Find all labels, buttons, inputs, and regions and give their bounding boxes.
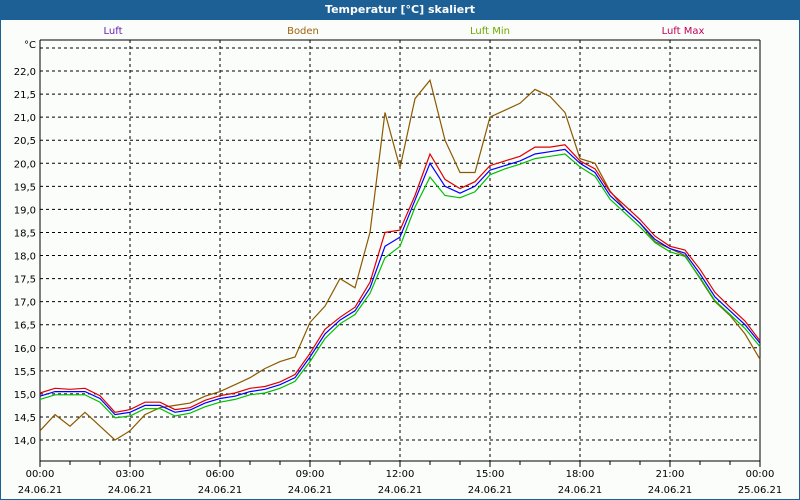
x-tick-time: 09:00 [296,469,325,480]
x-tick-time: 03:00 [116,469,145,480]
y-axis-unit: °C [24,40,36,51]
y-tick-label: 20,5 [14,136,36,147]
x-tick-date: 24.06.21 [468,485,513,496]
y-tick-label: 17,5 [14,275,36,286]
y-tick-label: 19,5 [14,182,36,193]
x-tick-date: 24.06.21 [378,485,423,496]
legend-boden: Boden [287,26,319,37]
x-tick-date: 24.06.21 [288,485,333,496]
x-tick-time: 12:00 [386,469,415,480]
y-tick-label: 18,5 [14,228,36,239]
temperature-chart: 14,0 14,5 15,0 15,5 16,0 16,5 17,0 17,5 18,0 18,5… [14,26,783,496]
y-tick-label: 14,0 [14,436,36,447]
legend-luft-min: Luft Min [470,26,510,37]
x-tick-date: 24.06.21 [108,485,153,496]
y-tick-label: 16,0 [14,344,36,355]
x-tick-date: 24.06.21 [558,485,603,496]
y-tick-label: 14,5 [14,413,36,424]
y-tick-label: 22,0 [14,67,36,78]
y-tick-label: 20,0 [14,159,36,170]
y-tick-label: 21,0 [14,113,36,124]
x-tick-date: 25.06.21 [738,485,783,496]
legend-luft: Luft [104,26,123,37]
y-tick-label: 16,5 [14,321,36,332]
series-line-boden [39,78,761,441]
y-tick-label: 15,0 [14,390,36,401]
x-tick-time: 00:00 [746,469,775,480]
x-tick-date: 24.06.21 [648,485,693,496]
x-tick-time: 00:00 [26,469,55,480]
y-tick-label: 19,0 [14,205,36,216]
x-tick-date: 24.06.21 [198,485,243,496]
y-tick-label: 21,5 [14,90,36,101]
x-tick-time: 21:00 [656,469,685,480]
y-tick-label: 17,0 [14,298,36,309]
legend-luft-max: Luft Max [662,26,705,37]
y-tick-label: 18,0 [14,252,36,263]
x-tick-time: 15:00 [476,469,505,480]
x-tick-date: 24.06.21 [18,485,63,496]
x-tick-time: 18:00 [566,469,595,480]
y-tick-label: 15,5 [14,367,36,378]
x-tick-time: 06:00 [206,469,235,480]
